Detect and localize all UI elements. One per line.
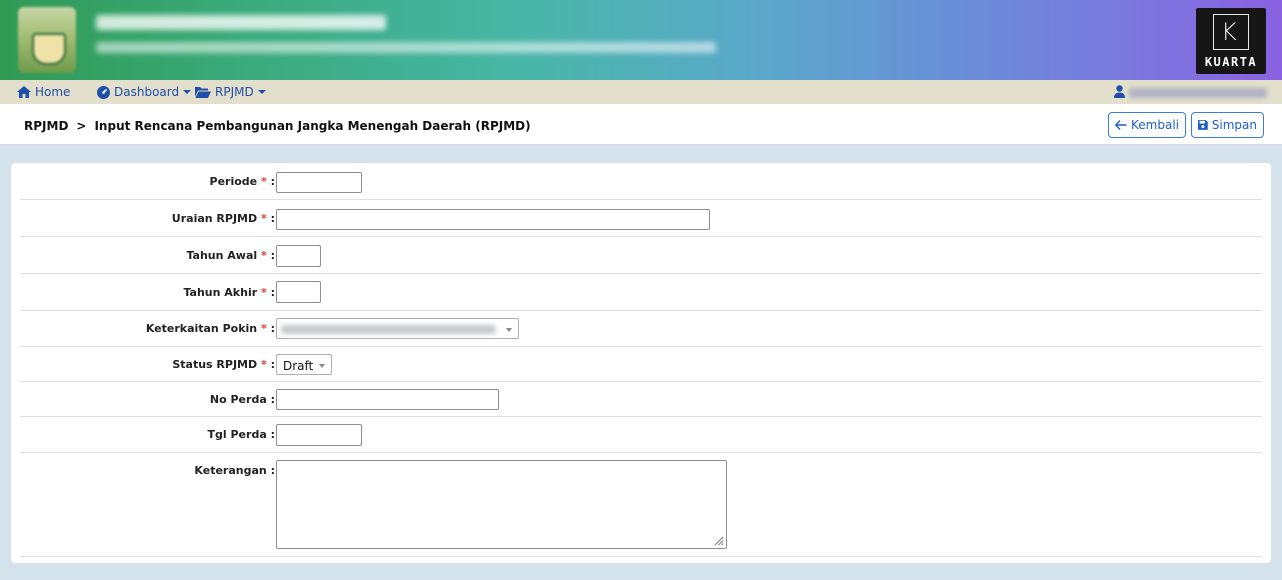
nav-home-label: Home — [35, 85, 71, 99]
form-row-uraian: Uraian RPJMD * : — [20, 200, 1262, 237]
uraian-rpjmd-input[interactable] — [276, 209, 710, 230]
tgl-perda-label: Tgl Perda : — [207, 428, 275, 441]
folder-open-icon — [195, 87, 211, 98]
tahun-awal-input[interactable] — [276, 245, 321, 267]
arrow-left-icon — [1115, 120, 1127, 130]
keterangan-label: Keterangan : — [194, 464, 275, 477]
breadcrumb-root[interactable]: RPJMD — [24, 119, 68, 133]
form-row-tahun-awal: Tahun Awal * : — [20, 237, 1262, 274]
periode-input[interactable] — [276, 172, 362, 193]
breadcrumb: RPJMD > Input Rencana Pembangunan Jangka M… — [24, 119, 531, 133]
tahun-akhir-label: Tahun Akhir * : — [183, 286, 275, 299]
rpjmd-form: Periode * : Uraian RPJMD * : Tahun Awal … — [11, 163, 1271, 563]
user-name-redacted[interactable] — [1129, 88, 1267, 98]
form-row-keterangan: Keterangan : — [20, 453, 1262, 557]
chevron-down-icon — [319, 364, 325, 368]
dashboard-icon — [97, 85, 110, 99]
save-button-label: Simpan — [1211, 118, 1257, 132]
resize-handle-icon[interactable] — [714, 536, 724, 546]
no-perda-input[interactable] — [276, 389, 499, 410]
no-perda-label: No Perda : — [209, 393, 275, 406]
keterkaitan-pokin-select[interactable] — [276, 318, 519, 339]
government-logo — [18, 7, 76, 73]
kuarta-logo-text: KUARTA — [1204, 55, 1258, 69]
app-subtitle-redacted — [96, 42, 716, 53]
nav-home[interactable]: Home — [17, 84, 70, 100]
nav-rpjmd-label: RPJMD — [215, 85, 254, 99]
keterkaitan-pokin-value-redacted — [281, 325, 496, 334]
nav-rpjmd[interactable]: RPJMD — [195, 84, 266, 100]
keterkaitan-pokin-label: Keterkaitan Pokin * : — [145, 322, 275, 335]
status-rpjmd-select[interactable]: Draft — [276, 354, 332, 375]
form-row-tgl-perda: Tgl Perda : — [20, 417, 1262, 453]
header-banner: K KUARTA — [0, 0, 1282, 80]
nav-dashboard-label: Dashboard — [114, 85, 180, 99]
kuarta-logo: K KUARTA — [1196, 8, 1266, 74]
floppy-disk-icon — [1198, 120, 1208, 130]
tgl-perda-input[interactable] — [276, 424, 362, 446]
home-icon — [17, 86, 31, 98]
tahun-akhir-input[interactable] — [276, 281, 321, 303]
chevron-down-icon — [257, 90, 266, 94]
back-button-text: Kembali — [1131, 118, 1179, 132]
uraian-label: Uraian RPJMD * : — [171, 212, 275, 225]
status-rpjmd-value: Draft — [283, 359, 314, 373]
page-title-bar: RPJMD > Input Rencana Pembangunan Jangka M… — [0, 104, 1282, 145]
keterangan-textarea[interactable] — [276, 460, 727, 549]
form-row-status: Status RPJMD * : Draft — [20, 347, 1262, 382]
page-title: Input Rencana Pembangunan Jangka Menenga… — [94, 119, 531, 133]
form-row-tahun-akhir: Tahun Akhir * : — [20, 274, 1262, 311]
breadcrumb-separator: > — [76, 119, 87, 133]
kuarta-logo-letter: K — [1221, 18, 1237, 46]
status-rpjmd-label: Status RPJMD * : — [172, 358, 275, 371]
chevron-down-icon — [506, 328, 512, 332]
save-button[interactable]: Simpan — [1191, 112, 1264, 138]
form-row-keterkaitan-pokin: Keterkaitan Pokin * : — [20, 311, 1262, 347]
user-icon[interactable] — [1114, 85, 1125, 98]
nav-dashboard[interactable]: Dashboard — [97, 84, 192, 100]
app-title-redacted — [96, 15, 386, 30]
tahun-awal-label: Tahun Awal * : — [186, 249, 275, 262]
back-button[interactable]: Kembali — [1108, 112, 1186, 138]
top-nav: Home Dashboard RPJMD — [0, 80, 1282, 104]
chevron-down-icon — [183, 90, 192, 94]
periode-label: Periode * : — [209, 175, 275, 188]
form-row-no-perda: No Perda : — [20, 382, 1262, 417]
form-row-periode: Periode * : — [20, 163, 1262, 200]
